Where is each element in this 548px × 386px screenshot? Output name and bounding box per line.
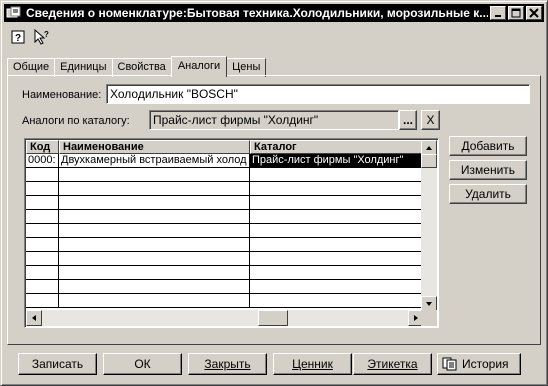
window: Сведения о номенклатуре:Бытовая техника.… [0,0,548,386]
table-cell-catalog[interactable]: Прайс-лист фирмы "Холдинг" [250,154,424,168]
column-header-catalog[interactable]: Каталог [250,140,424,154]
arrow-right-icon [414,315,418,321]
label-button[interactable]: Этикетка [353,353,432,375]
scrollbar-corner [421,310,437,326]
table-row[interactable] [26,210,424,224]
window-title: Сведения о номенклатуре:Бытовая техника.… [26,6,488,20]
ok-button[interactable]: ОК [103,353,182,375]
help-button[interactable]: ? [7,26,29,48]
vertical-scroll-thumb[interactable] [421,154,437,168]
label-button-label: Этикетка [367,357,418,371]
app-icon [6,6,22,20]
scroll-left-button[interactable] [26,310,42,326]
table-row[interactable] [26,280,424,294]
table-row[interactable] [26,238,424,252]
price-tag-button[interactable]: Ценник [273,353,352,375]
title-bar[interactable]: Сведения о номенклатуре:Бытовая техника.… [4,4,544,22]
close-button[interactable] [526,6,542,20]
svg-text:?: ? [44,30,49,39]
arrow-up-icon [426,146,432,150]
svg-text:?: ? [15,33,21,44]
table-row[interactable] [26,224,424,238]
catalog-browse-button[interactable]: ... [399,110,417,130]
catalog-clear-button[interactable]: X [421,110,440,130]
add-button[interactable]: Добавить [449,136,527,156]
context-help-button[interactable]: ? [31,26,53,48]
help-icon: ? [11,30,25,44]
table-row[interactable] [26,182,424,196]
history-button[interactable]: История [437,353,521,375]
close-window-button[interactable]: Закрыть [188,353,267,375]
name-field[interactable]: Холодильник "BOSCH" [106,84,530,104]
table-row[interactable] [26,294,424,308]
save-button[interactable]: Записать [18,353,97,375]
pointer-help-icon: ? [34,29,49,45]
table-body: 0000: Двухкамерный встраиваемый холод Пр… [26,154,424,308]
edit-button[interactable]: Изменить [449,160,527,180]
arrow-down-icon [426,302,432,306]
table-row[interactable] [26,266,424,280]
catalog-label: Аналоги по каталогу: [22,115,130,127]
horizontal-scrollbar[interactable] [26,310,424,326]
analogs-table[interactable]: Код Наименование Каталог 0000: Двухкамер… [24,138,439,328]
minimize-button[interactable] [490,6,506,20]
horizontal-scroll-thumb[interactable] [258,310,288,326]
tab-analogs[interactable]: Аналоги [170,56,228,77]
table-row[interactable]: 0000: Двухкамерный встраиваемый холод Пр… [26,154,424,168]
close-button-label: Закрыть [204,357,251,371]
table-cell-name[interactable]: Двухкамерный встраиваемый холод [59,154,250,168]
column-header-name[interactable]: Наименование [59,140,250,154]
vertical-scrollbar[interactable] [421,140,437,312]
price-tag-button-label: Ценник [292,357,333,371]
history-button-label: История [462,357,509,371]
arrow-left-icon [32,315,36,321]
table-header: Код Наименование Каталог [26,140,424,154]
column-header-code[interactable]: Код [26,140,59,154]
table-row[interactable] [26,252,424,266]
table-row[interactable] [26,196,424,210]
name-label: Наименование: [22,89,102,101]
delete-button[interactable]: Удалить [449,184,527,204]
maximize-button[interactable] [508,6,524,20]
table-cell-code[interactable]: 0000: [26,154,59,168]
history-icon [442,357,457,371]
toolbar: ? ? [7,25,53,49]
table-row[interactable] [26,168,424,182]
tab-strip: Общие Единицы Свойства Аналоги Цены [7,56,267,77]
catalog-field[interactable]: Прайс-лист фирмы "Холдинг" [149,110,399,130]
